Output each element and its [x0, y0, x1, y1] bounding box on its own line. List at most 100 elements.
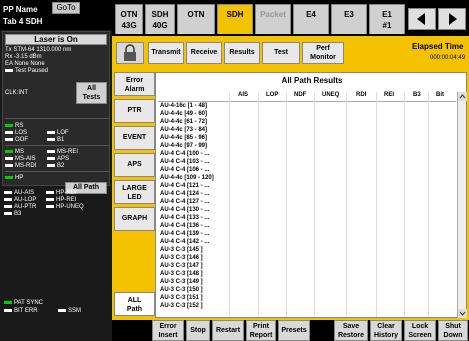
- table-row[interactable]: AU-4 C-4 [127 - ...: [158, 198, 456, 206]
- tab-otn[interactable]: OTN: [177, 4, 215, 34]
- table-row[interactable]: AU-3 C-3 [145 ]: [158, 246, 456, 254]
- au-ais-led: [4, 190, 12, 194]
- table-row[interactable]: AU-4 C-4 [106 - ...: [158, 166, 456, 174]
- table-row[interactable]: AU-3 C-3 [147 ]: [158, 262, 456, 270]
- nav-aps[interactable]: APS: [114, 153, 155, 177]
- shut-down-button[interactable]: Shut Down: [438, 320, 468, 341]
- results-button[interactable]: Results: [224, 42, 260, 64]
- table-row[interactable]: AU-3 C-3 [151 ]: [158, 294, 456, 302]
- alarm-label: MS-REI: [57, 149, 78, 155]
- tab-sdh-40g[interactable]: SDH 40G: [145, 4, 175, 34]
- table-row[interactable]: AU-4 C-4 [100 - ...: [158, 150, 456, 158]
- tab-packet[interactable]: Packet: [255, 4, 291, 34]
- path-label: AU-4 C-4 [130 - ...: [160, 207, 210, 213]
- nav-all-path[interactable]: ALL Path: [114, 292, 155, 316]
- pat-sync-led: [4, 300, 12, 304]
- test-button[interactable]: Test: [262, 42, 300, 64]
- chevron-up-icon: [459, 94, 466, 99]
- alarm-label: B1: [57, 137, 65, 143]
- alarm-rs: RS: [5, 123, 23, 129]
- table-row[interactable]: AU-4-4c [109 - 120]: [158, 174, 456, 182]
- restart-button[interactable]: Restart: [212, 320, 244, 341]
- ea-info: EA None None: [5, 61, 45, 67]
- nav-line1: LARGE: [122, 185, 147, 192]
- path-label: AU-4-4c [61 - 72]: [160, 119, 208, 125]
- table-row[interactable]: AU-4 C-4 [142 - ...: [158, 238, 456, 246]
- path-label: AU-3 C-3 [145 ]: [160, 247, 203, 253]
- scroll-up-button[interactable]: [458, 92, 467, 101]
- table-row[interactable]: AU-4 C-4 [121 - ...: [158, 182, 456, 190]
- pp-name: PP Name: [3, 5, 38, 14]
- laser-button[interactable]: Laser is On: [5, 34, 107, 45]
- col-bit: Bit: [436, 92, 444, 98]
- table-row[interactable]: AU-4 C-4 [133 - ...: [158, 214, 456, 222]
- path-label: AU-4-16c [1 - 48]: [160, 103, 208, 109]
- lock-screen-button[interactable]: Lock Screen: [404, 320, 436, 341]
- save-restore-button[interactable]: Save Restore: [334, 320, 368, 341]
- nav-event[interactable]: EVENT: [114, 126, 155, 150]
- nav-large-led[interactable]: LARGE LED: [114, 180, 155, 204]
- tab-line1: OTN: [120, 10, 138, 19]
- table-row[interactable]: AU-3 C-3 [150 ]: [158, 286, 456, 294]
- tab-otn-43g[interactable]: OTN 43G: [115, 4, 143, 34]
- table-row[interactable]: AU-4-4c [73 - 84]: [158, 126, 456, 134]
- tab-sdh[interactable]: SDH: [217, 4, 253, 34]
- tab-line2: 43G: [121, 21, 137, 30]
- tab-e4[interactable]: E4: [293, 4, 329, 34]
- nav-ptr[interactable]: PTR: [114, 99, 155, 123]
- table-row[interactable]: AU-3 C-3 [152 ]: [158, 302, 456, 310]
- alarm-label: HP-REI: [56, 197, 77, 203]
- col-b3: B3: [413, 92, 421, 98]
- table-row[interactable]: AU-4 C-4 [103 - ...: [158, 158, 456, 166]
- divider: [5, 171, 109, 172]
- table-row[interactable]: AU-4-4c [49 - 60]: [158, 110, 456, 118]
- table-row[interactable]: AU-3 C-3 [146 ]: [158, 254, 456, 262]
- error-insert-button[interactable]: Error Insert: [152, 320, 184, 341]
- table-row[interactable]: AU-4 C-4 [139 - ...: [158, 230, 456, 238]
- path-label: AU-3 C-3 [150 ]: [160, 287, 203, 293]
- table-row[interactable]: AU-3 C-3 [148 ]: [158, 270, 456, 278]
- clear-history-button[interactable]: Clear History: [370, 320, 402, 341]
- table-row[interactable]: AU-4 C-4 [136 - ...: [158, 222, 456, 230]
- arrow-right-icon: [449, 13, 457, 25]
- alarm-hp-rdi: HP-RDI: [46, 190, 77, 196]
- tx-info: Tx STM-64 1310.000 nm: [5, 47, 72, 53]
- laser-status-box: Laser is On Tx STM-64 1310.000 nm Rx -3.…: [2, 31, 110, 194]
- nav-graph[interactable]: GRAPH: [114, 207, 155, 231]
- table-row[interactable]: AU-4 C-4 [130 - ...: [158, 206, 456, 214]
- stop-button[interactable]: Stop: [186, 320, 210, 341]
- lock-button[interactable]: [116, 42, 144, 64]
- table-row[interactable]: AU-4-4c [61 - 72]: [158, 118, 456, 126]
- path-label: AU-4-4c [109 - 120]: [160, 175, 214, 181]
- print-report-button[interactable]: Print Report: [246, 320, 276, 341]
- col-rei: REI: [384, 92, 395, 98]
- presets-button[interactable]: Presets: [278, 320, 310, 341]
- receive-button[interactable]: Receive: [186, 42, 222, 64]
- scroll-down-button[interactable]: [458, 309, 467, 318]
- table-row[interactable]: AU-3 C-3 [149 ]: [158, 278, 456, 286]
- tab-scroll-left-button[interactable]: [408, 8, 436, 30]
- path-label: AU-4-4c [97 - 99]: [160, 143, 208, 149]
- alarm-label: MS-RDI: [15, 163, 37, 169]
- status-panel: PP Name GoTo Tab 4 SDH Laser is On Tx ST…: [0, 0, 112, 341]
- nav-error-alarm[interactable]: Error Alarm: [114, 72, 155, 96]
- goto-button[interactable]: GoTo: [52, 2, 80, 14]
- all-tests-button[interactable]: All Tests: [76, 82, 107, 104]
- transmit-button[interactable]: Transmit: [148, 42, 184, 64]
- lock-icon: [124, 44, 136, 61]
- table-row[interactable]: AU-4-4c [85 - 96]: [158, 134, 456, 142]
- b2-led: [47, 163, 55, 167]
- results-title: All Path Results: [281, 76, 343, 85]
- results-table-body[interactable]: AU-4-16c [1 - 48] AU-4-4c [49 - 60] AU-4-4…: [158, 102, 456, 317]
- tab-line1: OTN: [187, 10, 205, 19]
- table-row[interactable]: AU-4-4c [97 - 99]: [158, 142, 456, 150]
- tab-scroll-right-button[interactable]: [438, 8, 466, 30]
- bit-err: BIT ERR: [4, 308, 38, 314]
- tab-e1[interactable]: E1 #1: [369, 4, 405, 34]
- table-row[interactable]: AU-4-16c [1 - 48]: [158, 102, 456, 110]
- tab-e3[interactable]: E3: [331, 4, 367, 34]
- table-row[interactable]: AU-4 C-4 [124 - ...: [158, 190, 456, 198]
- results-scrollbar[interactable]: [457, 92, 467, 318]
- perf-monitor-button[interactable]: Perf Monitor: [302, 42, 344, 64]
- nav-line2: Alarm: [124, 86, 145, 93]
